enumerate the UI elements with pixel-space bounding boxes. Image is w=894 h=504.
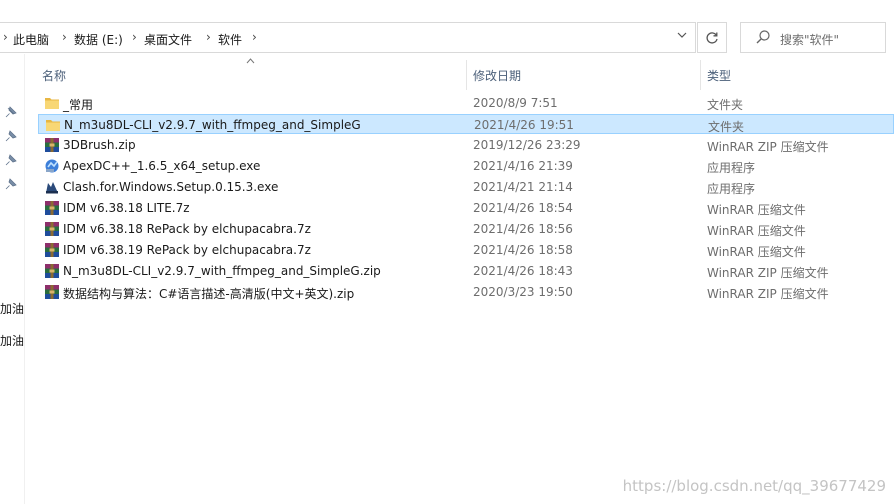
file-type: 应用程序 xyxy=(707,182,756,196)
breadcrumb-separator[interactable]: › xyxy=(206,30,211,44)
search-input[interactable]: 搜索"软件" xyxy=(740,22,886,53)
file-row[interactable]: 数据结构与算法：C#语言描述-高清版(中文+英文).zip 2020/3/23 1… xyxy=(38,282,894,302)
file-name[interactable]: _常用 xyxy=(63,96,93,113)
file-row[interactable]: ApexDC++_1.6.5_x64_setup.exe 2021/4/16 21… xyxy=(38,156,894,176)
file-row[interactable]: IDM v6.38.18 LITE.7z 2021/4/26 18:54 WinRA… xyxy=(38,198,894,218)
column-header-modified[interactable]: 修改日期 xyxy=(473,67,521,84)
search-icon xyxy=(756,30,770,44)
file-row[interactable]: N_m3u8DL-CLI_v2.9.7_with_ffmpeg_and_Simp… xyxy=(38,261,894,281)
file-type: 应用程序 xyxy=(707,161,756,175)
file-type: WinRAR ZIP 压缩文件 xyxy=(707,266,829,280)
file-modified-date: 2021/4/26 19:51 xyxy=(474,118,574,132)
file-type: WinRAR 压缩文件 xyxy=(707,203,806,217)
file-modified-date: 2021/4/26 18:58 xyxy=(473,243,573,257)
refresh-icon xyxy=(706,32,718,44)
breadcrumb-separator[interactable]: › xyxy=(252,30,257,44)
watermark: https://blog.csdn.net/qq_39677429 xyxy=(622,477,886,495)
file-name[interactable]: IDM v6.38.18 RePack by elchupacabra.7z xyxy=(63,222,311,236)
breadcrumb-separator[interactable]: › xyxy=(132,30,137,44)
breadcrumb-desktop-files[interactable]: 桌面文件 xyxy=(144,31,192,48)
breadcrumb-separator[interactable]: › xyxy=(62,30,67,44)
winrar-icon xyxy=(44,284,60,300)
file-type: 文件夹 xyxy=(708,120,745,134)
file-name[interactable]: N_m3u8DL-CLI_v2.9.7_with_ffmpeg_and_Simp… xyxy=(64,118,361,132)
file-modified-date: 2021/4/26 18:54 xyxy=(473,201,573,215)
file-modified-date: 2021/4/16 21:39 xyxy=(473,159,573,173)
pin-icon[interactable] xyxy=(5,178,17,190)
breadcrumb-software[interactable]: 软件 xyxy=(218,31,242,48)
clash-icon xyxy=(44,179,60,195)
title-strip xyxy=(0,0,894,20)
folder-icon xyxy=(44,95,60,111)
nav-item-label[interactable]: 加油 xyxy=(0,300,24,314)
breadcrumb-this-pc[interactable]: 此电脑 xyxy=(13,31,49,48)
file-modified-date: 2021/4/26 18:56 xyxy=(473,222,573,236)
file-modified-date: 2020/8/9 7:51 xyxy=(473,96,558,110)
file-row[interactable]: 3DBrush.zip 2019/12/26 23:29 WinRAR ZIP 压缩… xyxy=(38,135,894,155)
file-type: WinRAR ZIP 压缩文件 xyxy=(707,140,829,154)
file-name[interactable]: IDM v6.38.18 LITE.7z xyxy=(63,201,190,215)
file-type: WinRAR ZIP 压缩文件 xyxy=(707,287,829,301)
file-type: WinRAR 压缩文件 xyxy=(707,245,806,259)
pin-icon[interactable] xyxy=(5,154,17,166)
winrar-icon xyxy=(44,221,60,237)
sort-ascending-icon xyxy=(246,57,255,67)
winrar-icon xyxy=(44,242,60,258)
file-name[interactable]: 3DBrush.zip xyxy=(63,138,136,152)
breadcrumb-drive-e[interactable]: 数据 (E:) xyxy=(74,31,123,48)
address-history-dropdown[interactable] xyxy=(672,30,692,46)
file-type: WinRAR 压缩文件 xyxy=(707,224,806,238)
address-bar[interactable]: › 此电脑 › 数据 (E:) › 桌面文件 › 软件 › xyxy=(0,22,696,53)
winrar-icon xyxy=(44,200,60,216)
column-divider[interactable] xyxy=(466,60,467,90)
file-modified-date: 2020/3/23 19:50 xyxy=(473,285,573,299)
file-name[interactable]: N_m3u8DL-CLI_v2.9.7_with_ffmpeg_and_Simp… xyxy=(63,264,381,278)
file-row[interactable]: Clash.for.Windows.Setup.0.15.3.exe 2021/4… xyxy=(38,177,894,197)
column-header-type[interactable]: 类型 xyxy=(707,67,731,84)
winrar-icon xyxy=(44,263,60,279)
file-row[interactable]: IDM v6.38.18 RePack by elchupacabra.7z 20… xyxy=(38,219,894,239)
navigation-pane[interactable]: 加油 加油 xyxy=(0,54,25,504)
file-name[interactable]: ApexDC++_1.6.5_x64_setup.exe xyxy=(63,159,260,173)
file-modified-date: 2021/4/21 21:14 xyxy=(473,180,573,194)
file-type: 文件夹 xyxy=(707,98,744,112)
file-modified-date: 2021/4/26 18:43 xyxy=(473,264,573,278)
file-row[interactable]: _常用 2020/8/9 7:51 文件夹 xyxy=(38,93,894,113)
file-modified-date: 2019/12/26 23:29 xyxy=(473,138,581,152)
winrar-icon xyxy=(44,137,60,153)
column-divider[interactable] xyxy=(700,60,701,90)
installer-icon xyxy=(44,158,60,174)
pin-icon[interactable] xyxy=(5,106,17,118)
nav-item-label[interactable]: 加油 xyxy=(0,332,24,346)
chevron-down-icon xyxy=(677,32,687,38)
breadcrumb-separator: › xyxy=(3,30,8,44)
folder-icon xyxy=(45,117,61,133)
file-name[interactable]: Clash.for.Windows.Setup.0.15.3.exe xyxy=(63,180,278,194)
file-row-selected[interactable]: N_m3u8DL-CLI_v2.9.7_with_ffmpeg_and_Simp… xyxy=(38,114,894,134)
file-row[interactable]: IDM v6.38.19 RePack by elchupacabra.7z 20… xyxy=(38,240,894,260)
refresh-button[interactable] xyxy=(697,22,727,53)
file-name[interactable]: 数据结构与算法：C#语言描述-高清版(中文+英文).zip xyxy=(63,285,354,302)
search-placeholder: 搜索"软件" xyxy=(780,33,840,47)
file-name[interactable]: IDM v6.38.19 RePack by elchupacabra.7z xyxy=(63,243,311,257)
pin-icon[interactable] xyxy=(5,130,17,142)
column-header-name[interactable]: 名称 xyxy=(42,67,66,84)
